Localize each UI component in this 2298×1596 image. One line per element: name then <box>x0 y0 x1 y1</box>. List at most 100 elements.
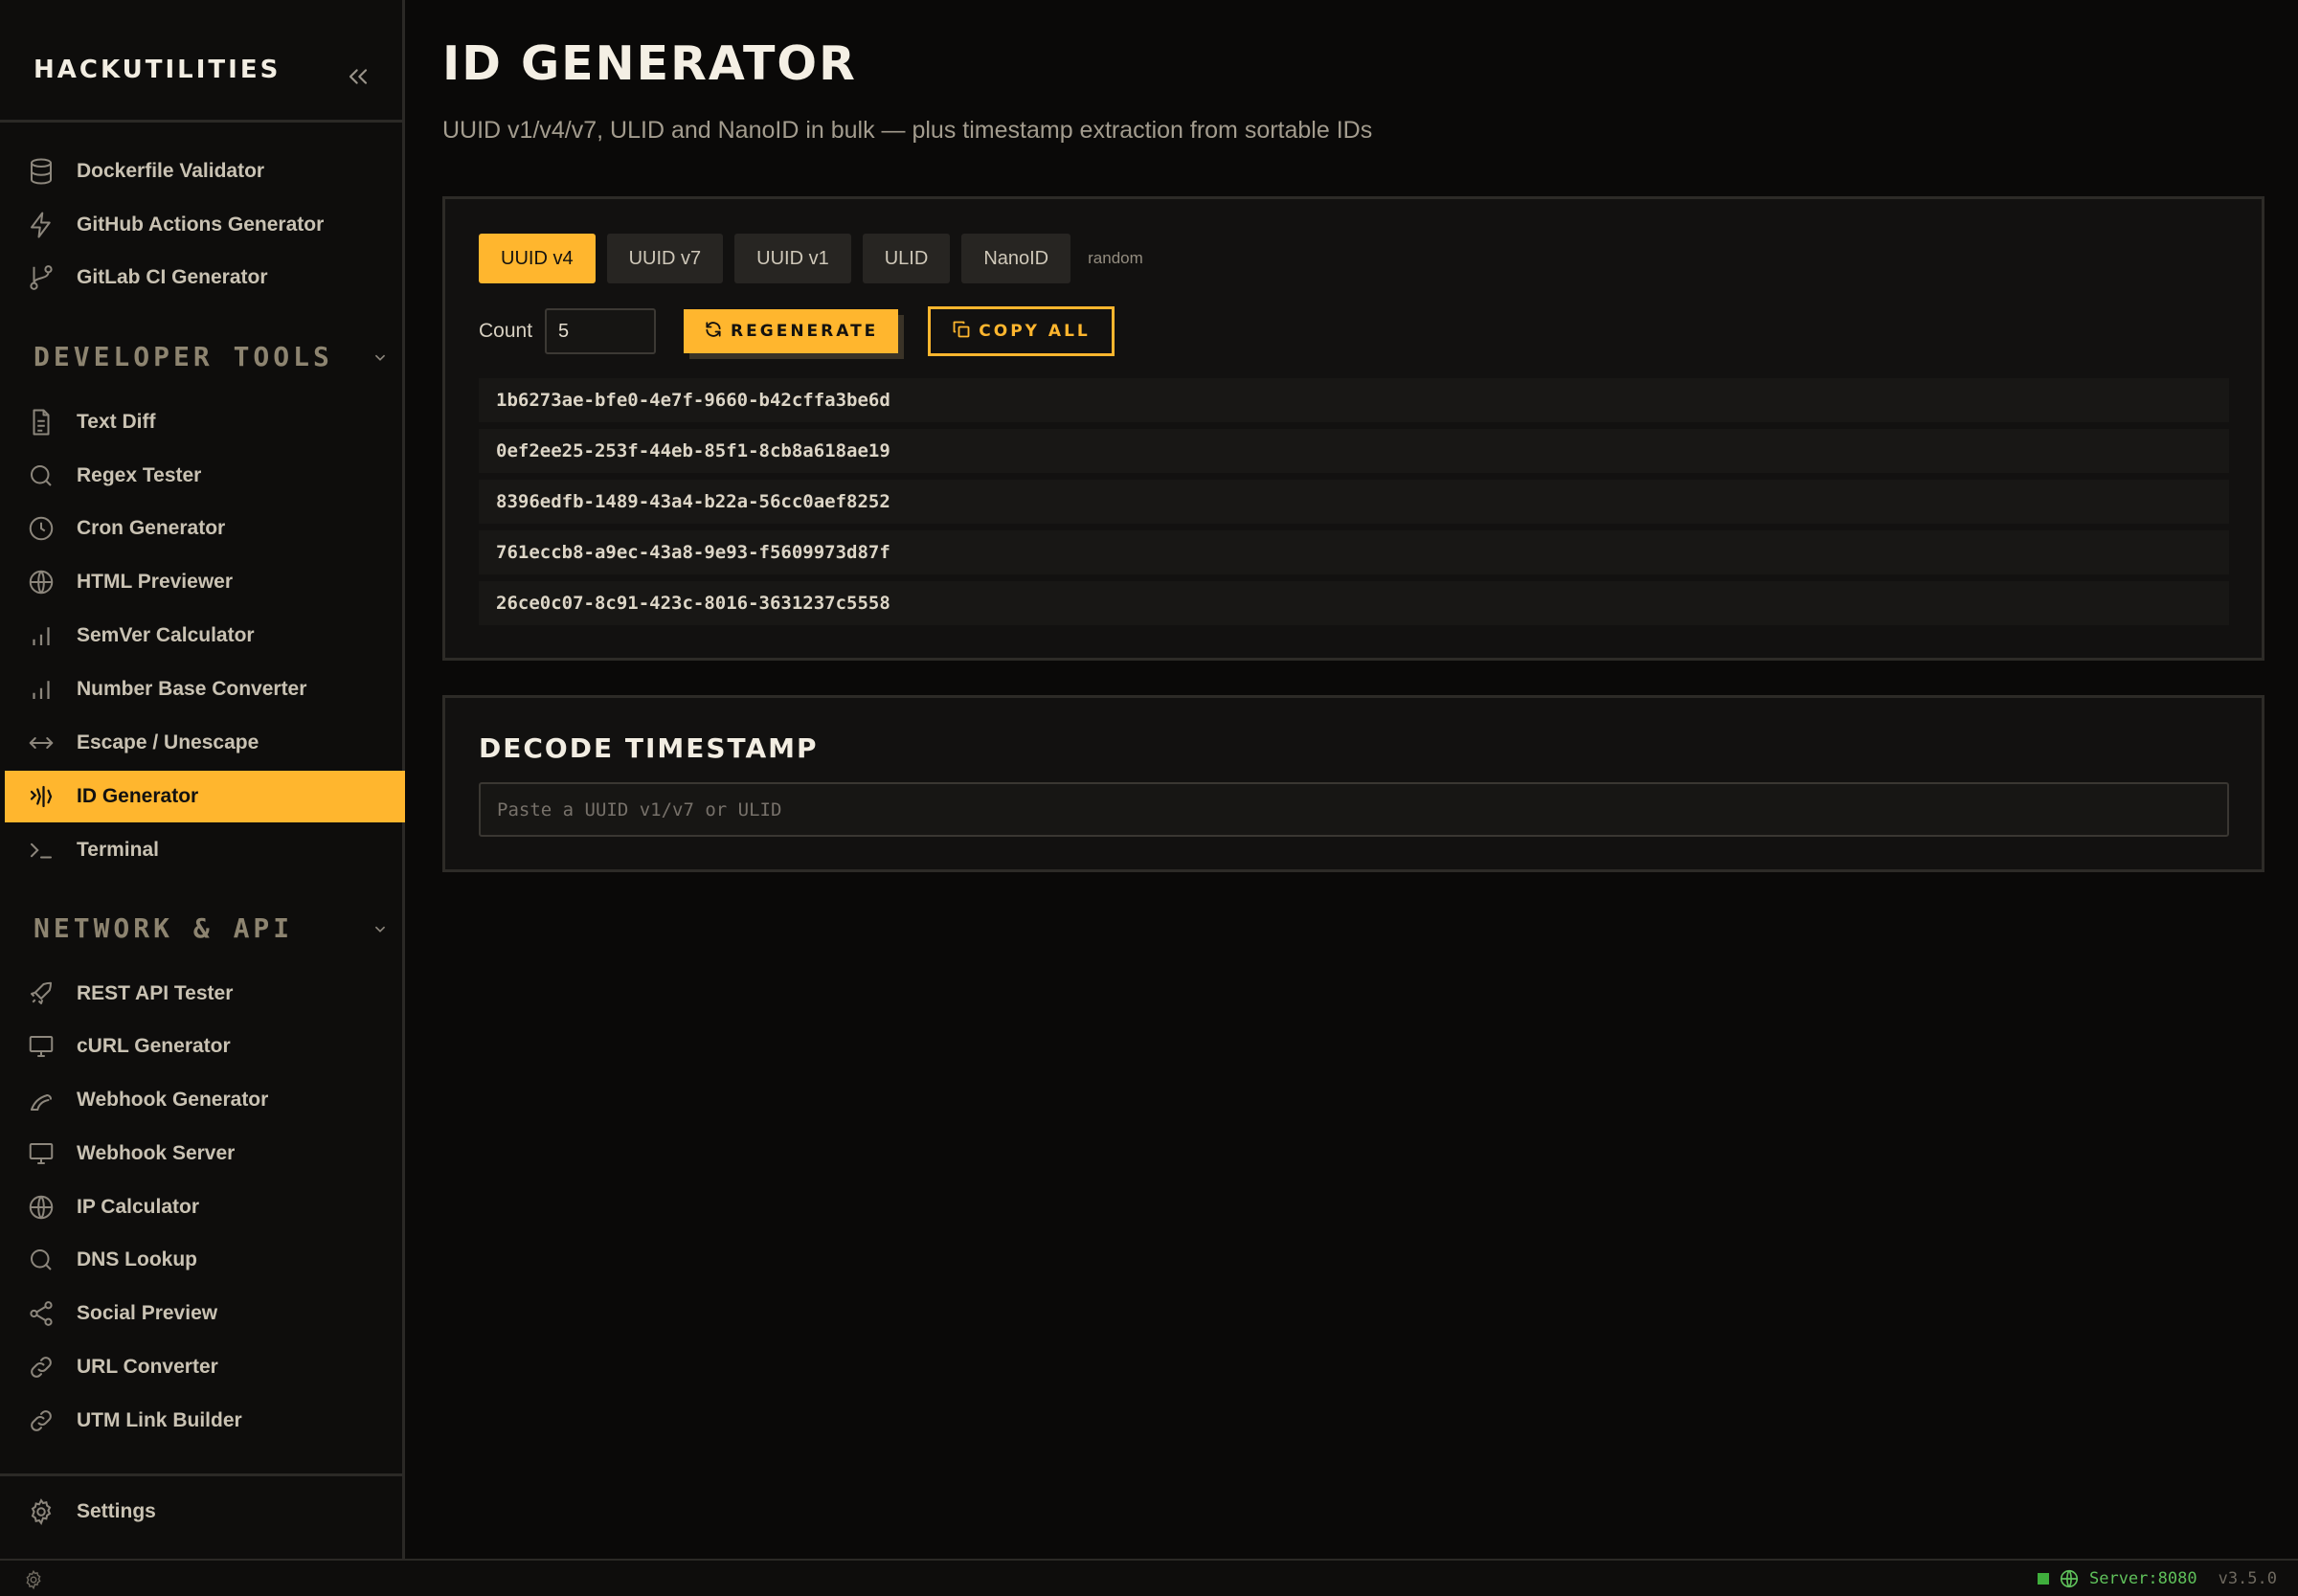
page-title: ID GENERATOR <box>442 36 857 91</box>
globe-icon <box>26 1192 56 1223</box>
terminal-icon <box>26 835 56 865</box>
sidebar-item-utm-link-builder[interactable]: UTM Link Builder <box>5 1395 405 1447</box>
monitor-icon <box>26 1031 56 1062</box>
sidebar-item-label: Text Diff <box>77 411 156 433</box>
sidebar-item-text-diff[interactable]: Text Diff <box>5 396 405 448</box>
id-row[interactable]: 1b6273ae-bfe0-4e7f-9660-b42cffa3be6d <box>479 378 2229 422</box>
sidebar-item-github-actions-generator[interactable]: GitHub Actions Generator <box>5 199 405 251</box>
status-indicator <box>2037 1573 2049 1585</box>
brand-logo[interactable]: HACKUTILITIES <box>34 56 281 84</box>
id-type-tabs: UUID v4 UUID v7 UUID v1 ULID NanoID rand… <box>479 234 1143 283</box>
sidebar-item-dockerfile-validator[interactable]: Dockerfile Validator <box>5 146 405 197</box>
count-input[interactable] <box>545 308 657 354</box>
tab-ulid[interactable]: ULID <box>862 234 951 283</box>
sidebar-item-terminal[interactable]: Terminal <box>5 824 405 876</box>
copy-all-button[interactable]: COPY ALL <box>928 306 1115 356</box>
sidebar-item-label: DNS Lookup <box>77 1248 197 1270</box>
sidebar-item-label: HTML Previewer <box>77 571 234 593</box>
controls-row: Count REGENERATE COPY ALL <box>479 306 1115 356</box>
regenerate-button[interactable]: REGENERATE <box>684 309 899 353</box>
tab-hint: random <box>1088 249 1143 267</box>
collapse-sidebar-icon[interactable] <box>343 61 373 92</box>
sidebar-item-html-previewer[interactable]: HTML Previewer <box>5 556 405 608</box>
tab-uuid-v4[interactable]: UUID v4 <box>479 234 596 283</box>
globe-icon <box>2059 1568 2080 1589</box>
sidebar-item-number-base-converter[interactable]: Number Base Converter <box>5 663 405 715</box>
document-icon <box>26 407 56 438</box>
sidebar-item-escape-unescape[interactable]: Escape / Unescape <box>5 717 405 769</box>
id-row[interactable]: 761eccb8-a9ec-43a8-9e93-f5609973d87f <box>479 530 2229 574</box>
sidebar-item-ip-calculator[interactable]: IP Calculator <box>5 1181 405 1233</box>
app-version: v3.5.0 <box>2218 1569 2277 1588</box>
sidebar-item-label: GitHub Actions Generator <box>77 214 325 236</box>
section-network-api[interactable]: NETWORK & API <box>34 912 388 944</box>
count-label: Count <box>479 320 533 342</box>
section-developer-tools[interactable]: DEVELOPER TOOLS <box>34 341 388 372</box>
page-subtitle: UUID v1/v4/v7, ULID and NanoID in bulk —… <box>442 117 1373 144</box>
database-icon <box>26 156 56 187</box>
sidebar-item-label: IP Calculator <box>77 1196 199 1218</box>
sidebar-item-cron-generator[interactable]: Cron Generator <box>5 503 405 554</box>
sidebar-item-label: Dockerfile Validator <box>77 160 265 182</box>
bar-chart-icon <box>26 620 56 651</box>
refresh-icon <box>704 320 723 344</box>
sidebar-item-curl-generator[interactable]: cURL Generator <box>5 1021 405 1072</box>
tab-uuid-v1[interactable]: UUID v1 <box>734 234 851 283</box>
chevron-down-icon <box>370 918 391 939</box>
sidebar-item-label: Webhook Generator <box>77 1089 269 1111</box>
sidebar-item-rest-api-tester[interactable]: REST API Tester <box>5 968 405 1020</box>
sidebar-item-webhook-server[interactable]: Webhook Server <box>5 1128 405 1180</box>
gear-icon <box>26 1496 56 1527</box>
id-row[interactable]: 8396edfb-1489-43a4-b22a-56cc0aef8252 <box>479 480 2229 524</box>
tab-uuid-v7[interactable]: UUID v7 <box>606 234 724 283</box>
sidebar-item-label: GitLab CI Generator <box>77 266 268 288</box>
decode-input[interactable] <box>479 782 2229 837</box>
sidebar-item-label: Escape / Unescape <box>77 731 259 753</box>
id-row[interactable]: 26ce0c07-8c91-423c-8016-3631237c5558 <box>479 581 2229 625</box>
sidebar-item-webhook-generator[interactable]: Webhook Generator <box>5 1074 405 1126</box>
fingerprint-icon <box>26 781 56 812</box>
decode-panel: DECODE TIMESTAMP <box>442 695 2264 872</box>
sidebar-divider <box>0 1473 405 1476</box>
globe-icon <box>26 567 56 597</box>
arrows-horizontal-icon <box>26 728 56 758</box>
tab-nanoid[interactable]: NanoID <box>961 234 1071 283</box>
section-title: NETWORK & API <box>34 912 294 944</box>
sidebar-item-label: URL Converter <box>77 1356 218 1378</box>
gear-icon[interactable] <box>23 1569 44 1590</box>
sidebar-item-label: Social Preview <box>77 1302 218 1324</box>
monitor-icon <box>26 1138 56 1169</box>
sidebar-item-dns-lookup[interactable]: DNS Lookup <box>5 1234 405 1286</box>
bar-chart-icon <box>26 674 56 705</box>
status-right: Server:8080 v3.5.0 <box>2037 1568 2277 1589</box>
rocket-icon <box>26 978 56 1009</box>
copy-all-label: COPY ALL <box>979 322 1091 341</box>
search-icon <box>26 461 56 491</box>
sidebar-item-regex-tester[interactable]: Regex Tester <box>5 450 405 502</box>
sidebar-item-semver-calculator[interactable]: SemVer Calculator <box>5 610 405 662</box>
sidebar-item-label: ID Generator <box>77 785 199 807</box>
link-icon <box>26 1352 56 1382</box>
git-branch-icon <box>26 262 56 293</box>
sidebar-item-label: Cron Generator <box>77 517 226 539</box>
copy-icon <box>952 320 971 344</box>
sidebar-item-url-converter[interactable]: URL Converter <box>5 1341 405 1393</box>
link-icon <box>26 1405 56 1436</box>
server-status: Server:8080 <box>2088 1569 2197 1588</box>
sidebar-item-gitlab-ci-generator[interactable]: GitLab CI Generator <box>5 252 405 303</box>
sidebar-item-social-preview[interactable]: Social Preview <box>5 1288 405 1339</box>
chevron-down-icon <box>370 347 391 368</box>
decode-title: DECODE TIMESTAMP <box>479 732 819 764</box>
sidebar-item-settings[interactable]: Settings <box>5 1486 405 1538</box>
section-title: DEVELOPER TOOLS <box>34 341 333 372</box>
sidebar-item-label: SemVer Calculator <box>77 624 255 646</box>
clock-icon <box>26 513 56 544</box>
sidebar-item-label: Webhook Server <box>77 1142 236 1164</box>
sidebar-item-label: Terminal <box>77 839 159 861</box>
bolt-icon <box>26 210 56 240</box>
generator-panel: UUID v4 UUID v7 UUID v1 ULID NanoID rand… <box>442 196 2264 661</box>
id-row[interactable]: 0ef2ee25-253f-44eb-85f1-8cb8a618ae19 <box>479 429 2229 473</box>
sidebar-item-id-generator[interactable]: ID Generator <box>5 771 405 822</box>
sidebar-item-label: UTM Link Builder <box>77 1409 242 1431</box>
sidebar: HACKUTILITIES Dockerfile Validator GitHu… <box>0 0 405 1559</box>
